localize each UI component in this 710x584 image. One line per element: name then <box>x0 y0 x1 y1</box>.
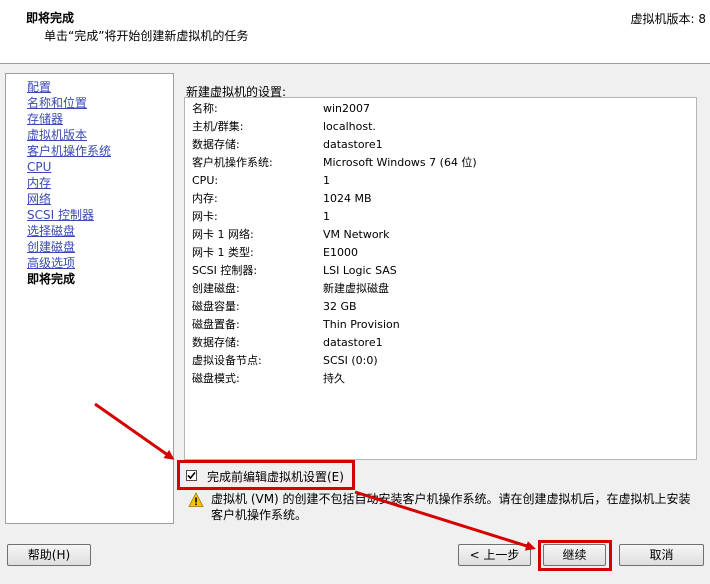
setting-value: 1 <box>323 210 330 223</box>
setting-value: localhost. <box>323 120 376 133</box>
nav-step-ready-to-complete: 即将完成 <box>27 272 76 286</box>
setting-key: 虚拟设备节点: <box>192 354 262 367</box>
nav-step-config[interactable]: 配置 <box>27 79 51 95</box>
setting-key: 磁盘置备: <box>192 318 240 331</box>
setting-key: 网卡 1 类型: <box>192 246 254 259</box>
setting-value: E1000 <box>323 246 358 259</box>
setting-value: 1024 MB <box>323 192 372 205</box>
setting-value: 新建虚拟磁盘 <box>323 282 389 295</box>
setting-key: 数据存储: <box>192 138 240 151</box>
setting-value: datastore1 <box>323 138 383 151</box>
guest-os-warning-text: 虚拟机 (VM) 的创建不包括自动安装客户机操作系统。请在创建虚拟机后，在虚拟机… <box>211 492 691 522</box>
nav-step-guest-os[interactable]: 客户机操作系统 <box>27 143 111 159</box>
nav-step-memory[interactable]: 内存 <box>27 175 51 191</box>
setting-key: CPU: <box>192 174 219 187</box>
nav-step-network[interactable]: 网络 <box>27 191 51 207</box>
setting-key: 内存: <box>192 192 218 205</box>
page-title: 即将完成 <box>26 11 75 25</box>
setting-value: LSI Logic SAS <box>323 264 397 277</box>
nav-step-cpu[interactable]: CPU <box>27 159 51 175</box>
warning-icon <box>188 492 204 507</box>
nav-step-create-disk[interactable]: 创建磁盘 <box>27 239 75 255</box>
checkmark-icon <box>187 471 196 480</box>
edit-settings-checkbox[interactable] <box>186 470 197 481</box>
setting-key: 磁盘模式: <box>192 372 240 385</box>
setting-value: SCSI (0:0) <box>323 354 378 367</box>
back-button[interactable]: < 上一步 <box>458 544 531 566</box>
setting-key: 网卡 1 网络: <box>192 228 254 241</box>
page-subtitle: 单击“完成”将开始创建新虚拟机的任务 <box>44 29 249 43</box>
setting-key: 磁盘容量: <box>192 300 240 313</box>
setting-value: 持久 <box>323 372 345 385</box>
nav-step-advanced[interactable]: 高级选项 <box>27 255 75 271</box>
setting-value: 1 <box>323 174 330 187</box>
setting-key: 客户机操作系统: <box>192 156 273 169</box>
setting-value: VM Network <box>323 228 390 241</box>
wizard-step-nav: 配置 名称和位置 存储器 虚拟机版本 客户机操作系统 CPU 内存 网络 SCS… <box>5 73 174 524</box>
help-button[interactable]: 帮助(H) <box>7 544 91 566</box>
vm-version-label: 虚拟机版本: 8 <box>630 12 707 26</box>
setting-key: 数据存储: <box>192 336 240 349</box>
setting-value: Microsoft Windows 7 (64 位) <box>323 156 477 169</box>
setting-key: 创建磁盘: <box>192 282 240 295</box>
setting-value: 32 GB <box>323 300 357 313</box>
nav-step-scsi-controller[interactable]: SCSI 控制器 <box>27 207 94 223</box>
setting-key: 主机/群集: <box>192 120 244 133</box>
wizard-header: 即将完成 单击“完成”将开始创建新虚拟机的任务 虚拟机版本: 8 <box>0 0 710 64</box>
nav-step-name-location[interactable]: 名称和位置 <box>27 95 87 111</box>
setting-key: 名称: <box>192 102 218 115</box>
setting-key: SCSI 控制器: <box>192 264 258 277</box>
nav-step-select-disk[interactable]: 选择磁盘 <box>27 223 75 239</box>
setting-value: datastore1 <box>323 336 383 349</box>
edit-settings-label[interactable]: 完成前编辑虚拟机设置(E) <box>207 468 344 486</box>
cancel-button[interactable]: 取消 <box>619 544 704 566</box>
nav-step-vm-version[interactable]: 虚拟机版本 <box>27 127 87 143</box>
setting-value: Thin Provision <box>323 318 400 331</box>
continue-button[interactable]: 继续 <box>543 544 606 566</box>
setting-value: win2007 <box>323 102 371 115</box>
nav-step-storage[interactable]: 存储器 <box>27 111 63 127</box>
setting-key: 网卡: <box>192 210 218 223</box>
settings-summary-list: 名称: win2007 主机/群集: localhost. 数据存储: datasto… <box>184 97 697 460</box>
